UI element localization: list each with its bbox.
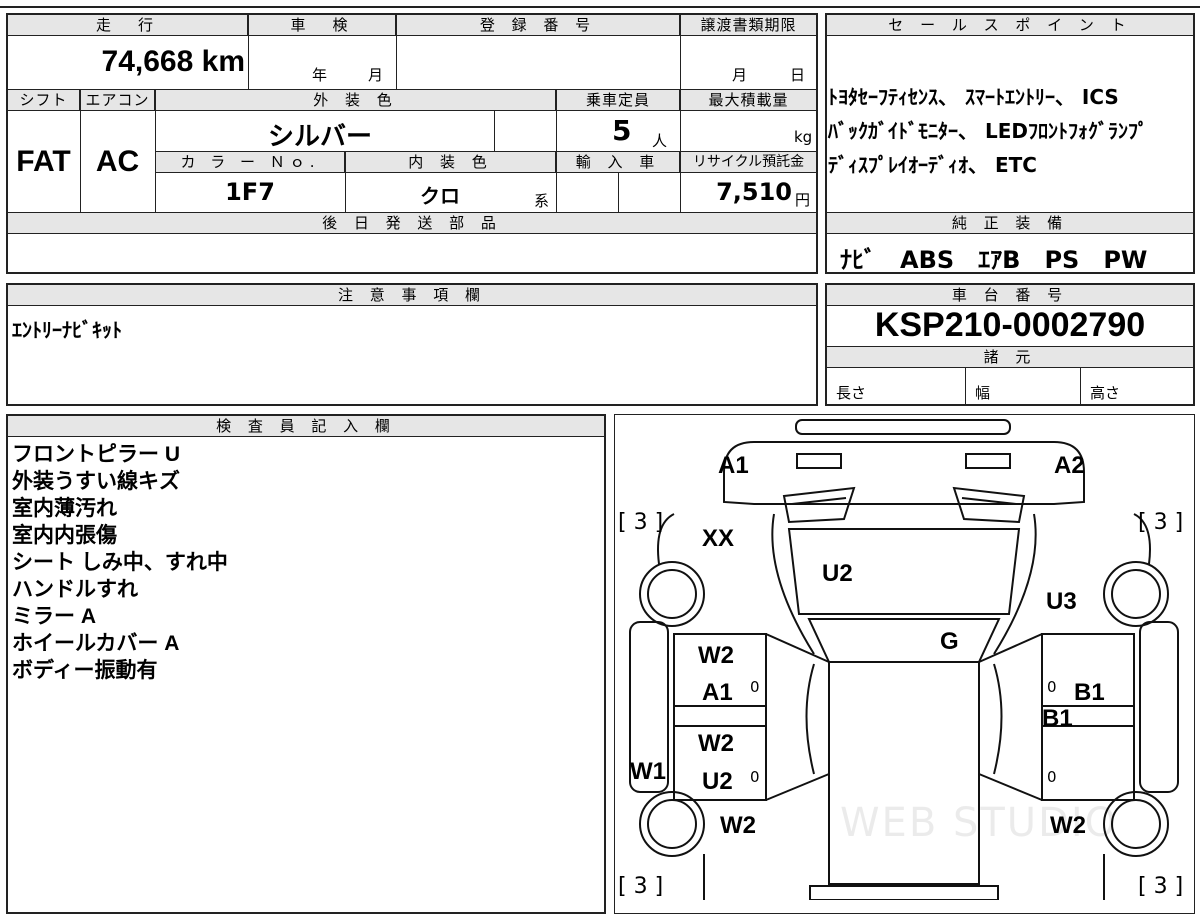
- inspector-line: ミラー A: [12, 605, 96, 628]
- inspector-line: ボディー振動有: [12, 659, 158, 682]
- capacity-header: 乗車定員: [556, 89, 680, 111]
- capacity-unit: 人: [652, 132, 668, 150]
- chassis-number: KSP210-0002790: [874, 306, 1146, 344]
- inspector-line: 室内薄汚れ: [12, 497, 117, 520]
- aircon-value: AC: [95, 145, 140, 178]
- damage-label: U2: [702, 768, 733, 795]
- capacity-value: 5: [612, 114, 632, 147]
- inspector-header: 検 査 員 記 入 欄: [7, 415, 605, 437]
- sales-point-list: ﾄﾖﾀｾｰﾌﾃｨｾﾝｽ、 ｽﾏｰﾄｴﾝﾄﾘｰ、 ICS ﾊﾞｯｸｶﾞｲﾄﾞﾓﾆﾀ…: [828, 80, 1192, 182]
- mileage-value: 74,668 km: [101, 45, 245, 78]
- color-no-value: 1F7: [225, 178, 275, 206]
- notes-text: ｴﾝﾄﾘｰﾅﾋﾞｷｯﾄ: [12, 318, 122, 342]
- deadline-header: 譲渡書類期限: [680, 14, 817, 36]
- inspector-notes: フロントピラー U 外装うすい線キズ 室内薄汚れ 室内内張傷 シート しみ中、す…: [12, 441, 592, 684]
- damage-label: A2: [1054, 452, 1085, 479]
- inspection-month: 月: [368, 66, 384, 84]
- recycle-unit: 円: [795, 191, 811, 209]
- spec-width: 幅: [975, 384, 991, 402]
- damage-label: W2: [698, 642, 734, 669]
- import-header: 輸 入 車: [556, 151, 680, 173]
- load-unit: kg: [794, 128, 813, 146]
- shift-value: FAT: [16, 145, 71, 178]
- inspector-line: 外装うすい線キズ: [12, 470, 180, 493]
- recycle-header: リサイクル預託金: [680, 151, 817, 173]
- inspection-year: 年: [312, 66, 328, 84]
- damage-label: U3: [1046, 588, 1077, 615]
- recycle-fee-value: 7,510: [716, 178, 792, 206]
- zero-mark: 0: [750, 768, 760, 786]
- deadline-day: 日: [790, 66, 806, 84]
- tire-grade-label: [ 3 ]: [1138, 510, 1184, 535]
- sales-point-item: ﾄﾖﾀｾｰﾌﾃｨｾﾝｽ、 ｽﾏｰﾄｴﾝﾄﾘｰ、 ICS: [828, 85, 1119, 109]
- spec-height: 高さ: [1090, 384, 1121, 402]
- inspector-line: ハンドルすれ: [12, 578, 138, 601]
- tire-grade-label: [ 3 ]: [1138, 874, 1184, 899]
- damage-label: A1: [702, 679, 733, 706]
- damage-label: W2: [720, 812, 756, 839]
- exterior-color-header: 外 装 色: [155, 89, 556, 111]
- damage-label: XX: [702, 525, 735, 552]
- inspector-line: シート しみ中、すれ中: [12, 551, 228, 574]
- damage-label: W2: [698, 730, 734, 757]
- sales-point-header: セ ー ル ス ポ イ ン ト: [826, 14, 1194, 36]
- inspector-line: 室内内張傷: [12, 524, 117, 547]
- damage-label: U2: [822, 560, 853, 587]
- damage-label: B1: [1042, 705, 1073, 732]
- exterior-color-value: シルバー: [267, 122, 372, 152]
- deadline-month: 月: [732, 66, 748, 84]
- aircon-header: エアコン: [80, 89, 155, 111]
- damage-label: B1: [1074, 679, 1105, 706]
- spec-length: 長さ: [836, 384, 867, 402]
- inspector-line: ホイールカバー A: [12, 632, 180, 655]
- genuine-equipment-header: 純 正 装 備: [826, 212, 1194, 234]
- inspection-header: 車 検: [248, 14, 396, 36]
- zero-mark: 0: [750, 678, 760, 696]
- damage-label: A1: [718, 452, 749, 479]
- sales-point-item: ﾃﾞｨｽﾌﾟﾚｲｵｰﾃﾞｨｵ、 ETC: [828, 153, 1037, 177]
- mileage-header: 走 行: [7, 14, 248, 36]
- zero-mark: 0: [1047, 768, 1057, 786]
- later-parts-header: 後 日 発 送 部 品: [7, 212, 817, 234]
- interior-color-value: クロ: [420, 184, 460, 208]
- zero-mark: 0: [1047, 678, 1057, 696]
- damage-label: G: [940, 628, 959, 655]
- interior-suffix: 系: [534, 192, 550, 210]
- notes-header: 注 意 事 項 欄: [7, 284, 817, 306]
- top-strip: [0, 0, 1200, 8]
- sales-point-item: ﾊﾞｯｸｶﾞｲﾄﾞﾓﾆﾀｰ、 LEDﾌﾛﾝﾄﾌｫｸﾞﾗﾝﾌﾟ: [828, 119, 1148, 143]
- specs-header: 諸 元: [826, 346, 1194, 368]
- genuine-equipment-items: ﾅﾋﾞ ABS ｴｱB PS PW: [840, 246, 1148, 274]
- tire-grade-label: [ 3 ]: [618, 874, 664, 899]
- chassis-header: 車 台 番 号: [826, 284, 1194, 306]
- watermark: WEB STUDIO: [840, 800, 1119, 846]
- damage-label: W1: [630, 758, 666, 785]
- inspector-line: フロントピラー U: [12, 443, 180, 466]
- shift-header: シフト: [7, 89, 80, 111]
- max-load-header: 最大積載量: [680, 89, 817, 111]
- color-no-header: カ ラ ー Ｎｏ.: [155, 151, 345, 173]
- tire-grade-label: [ 3 ]: [618, 510, 664, 535]
- registration-header: 登 録 番 号: [396, 14, 680, 36]
- interior-color-header: 内 装 色: [345, 151, 556, 173]
